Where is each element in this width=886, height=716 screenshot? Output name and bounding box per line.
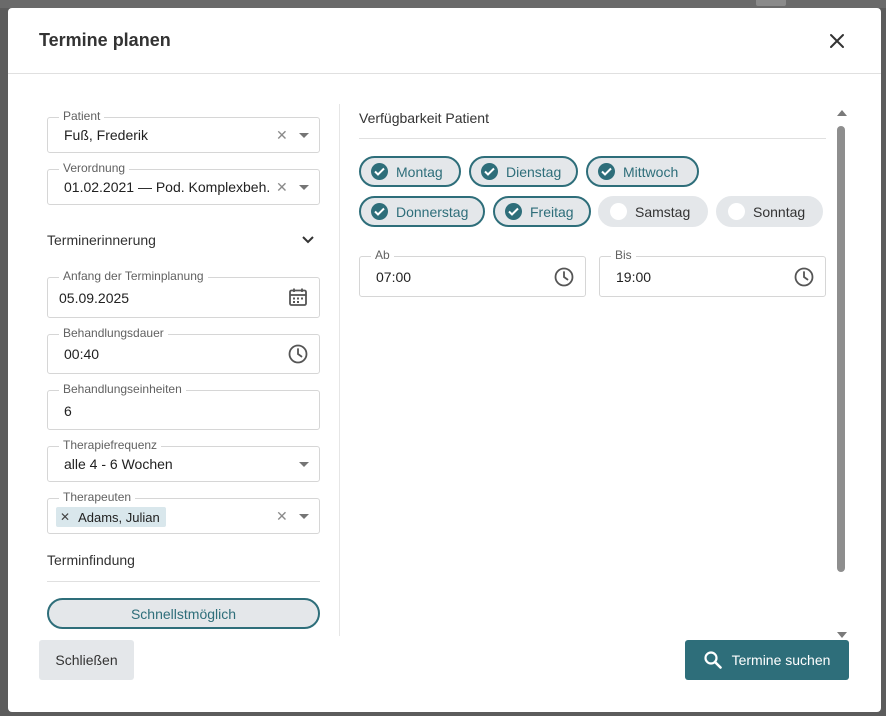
- start-date-label: Anfang der Terminplanung: [59, 269, 208, 283]
- calendar-icon[interactable]: [288, 287, 308, 307]
- vertical-scrollbar[interactable]: [835, 110, 847, 640]
- reminder-section-title: Terminerinnerung: [47, 232, 156, 248]
- schedule-dialog: Termine planen Patient Fuß, Frederik ✕ V…: [8, 8, 881, 712]
- check-circle-icon: [371, 203, 388, 220]
- frequency-value: alle 4 - 6 Wochen: [64, 456, 173, 472]
- chevron-down-icon[interactable]: [299, 133, 309, 138]
- start-date-value: 05.09.2025: [59, 290, 130, 306]
- check-circle-icon: [481, 163, 498, 180]
- duration-field[interactable]: Behandlungsdauer 00:40: [47, 326, 320, 374]
- therapist-chip-label: Adams, Julian: [78, 509, 160, 525]
- duration-label: Behandlungsdauer: [59, 326, 168, 340]
- from-time-field[interactable]: Ab 07:00: [359, 248, 586, 297]
- clock-icon[interactable]: [554, 267, 574, 287]
- start-date-field[interactable]: Anfang der Terminplanung 05.09.2025: [47, 269, 320, 318]
- frequency-select[interactable]: Therapiefrequenz alle 4 - 6 Wochen: [47, 438, 320, 482]
- remove-chip-icon[interactable]: ✕: [60, 510, 70, 524]
- availability-column: Verfügbarkeit Patient Montag Dienstag Mi…: [359, 104, 827, 636]
- from-time-value: 07:00: [376, 269, 412, 285]
- empty-circle-icon: [728, 203, 745, 220]
- day-chip-dienstag[interactable]: Dienstag: [469, 156, 578, 187]
- scrollbar-thumb[interactable]: [837, 126, 845, 572]
- close-button-label: Schließen: [55, 652, 118, 668]
- clear-therapists-icon[interactable]: ✕: [276, 508, 288, 525]
- clear-patient-icon[interactable]: ✕: [276, 127, 288, 144]
- units-field[interactable]: Behandlungseinheiten 6: [47, 382, 320, 430]
- finding-option-fastest-button[interactable]: Schnellstmöglich: [47, 598, 320, 629]
- day-label: Montag: [396, 163, 443, 180]
- column-divider: [339, 104, 340, 636]
- left-form-column: Patient Fuß, Frederik ✕ Verordnung 01.02…: [47, 104, 320, 636]
- finding-section: Terminfindung: [47, 552, 320, 582]
- units-value: 6: [64, 403, 72, 419]
- clear-verordnung-icon[interactable]: ✕: [276, 179, 288, 196]
- patient-label: Patient: [59, 109, 105, 123]
- day-label: Sonntag: [753, 203, 806, 220]
- verordnung-value: 01.02.2021 — Pod. Komplexbeh.: [64, 179, 269, 195]
- to-time-label: Bis: [611, 248, 636, 262]
- day-label: Samstag: [635, 203, 691, 220]
- day-label: Mittwoch: [623, 163, 679, 180]
- patient-value: Fuß, Frederik: [64, 127, 149, 143]
- units-label: Behandlungseinheiten: [59, 382, 186, 396]
- scroll-down-icon[interactable]: [837, 632, 847, 638]
- day-label: Freitag: [530, 203, 574, 220]
- check-circle-icon: [505, 203, 522, 220]
- to-time-value: 19:00: [616, 269, 652, 285]
- search-appointments-button[interactable]: Termine suchen: [685, 640, 849, 680]
- search-appointments-label: Termine suchen: [731, 652, 831, 668]
- search-icon: [703, 651, 722, 669]
- frequency-label: Therapiefrequenz: [59, 438, 162, 452]
- availability-title: Verfügbarkeit Patient: [359, 110, 489, 126]
- reminder-section-toggle[interactable]: Terminerinnerung: [47, 231, 320, 253]
- close-icon: [830, 34, 844, 48]
- day-chip-samstag[interactable]: Samstag: [598, 196, 708, 227]
- from-time-label: Ab: [371, 248, 394, 262]
- clock-icon[interactable]: [288, 344, 308, 364]
- therapists-select[interactable]: Therapeuten ✕ Adams, Julian ✕: [47, 490, 320, 534]
- availability-divider: [359, 138, 826, 139]
- empty-circle-icon: [610, 203, 627, 220]
- close-dialog-button[interactable]: [823, 27, 851, 55]
- check-circle-icon: [371, 163, 388, 180]
- day-chip-freitag[interactable]: Freitag: [493, 196, 591, 227]
- verordnung-select[interactable]: Verordnung 01.02.2021 — Pod. Komplexbeh.…: [47, 161, 320, 205]
- finding-section-title: Terminfindung: [47, 552, 135, 568]
- dialog-header: Termine planen: [8, 8, 881, 74]
- scroll-up-icon[interactable]: [837, 110, 847, 116]
- chevron-down-icon: [302, 236, 314, 244]
- finding-option-label: Schnellstmöglich: [130, 605, 237, 622]
- patient-select[interactable]: Patient Fuß, Frederik ✕: [47, 109, 320, 153]
- chevron-down-icon[interactable]: [299, 462, 309, 467]
- chevron-down-icon[interactable]: [299, 514, 309, 519]
- to-time-field[interactable]: Bis 19:00: [599, 248, 826, 297]
- chevron-down-icon[interactable]: [299, 185, 309, 190]
- day-label: Dienstag: [506, 163, 562, 180]
- verordnung-label: Verordnung: [59, 161, 130, 175]
- close-button[interactable]: Schließen: [39, 640, 134, 680]
- check-circle-icon: [598, 163, 615, 180]
- day-chip-montag[interactable]: Montag: [359, 156, 461, 187]
- day-label: Donnerstag: [396, 203, 469, 220]
- background-search-button: [756, 0, 786, 6]
- duration-value: 00:40: [64, 346, 100, 362]
- dialog-title: Termine planen: [39, 30, 171, 50]
- day-chip-donnerstag[interactable]: Donnerstag: [359, 196, 485, 227]
- therapists-label: Therapeuten: [59, 490, 136, 504]
- therapist-chip: ✕ Adams, Julian: [56, 507, 166, 527]
- day-chip-mittwoch[interactable]: Mittwoch: [586, 156, 699, 187]
- clock-icon[interactable]: [794, 267, 814, 287]
- day-chip-sonntag[interactable]: Sonntag: [716, 196, 823, 227]
- backdrop: [0, 0, 886, 8]
